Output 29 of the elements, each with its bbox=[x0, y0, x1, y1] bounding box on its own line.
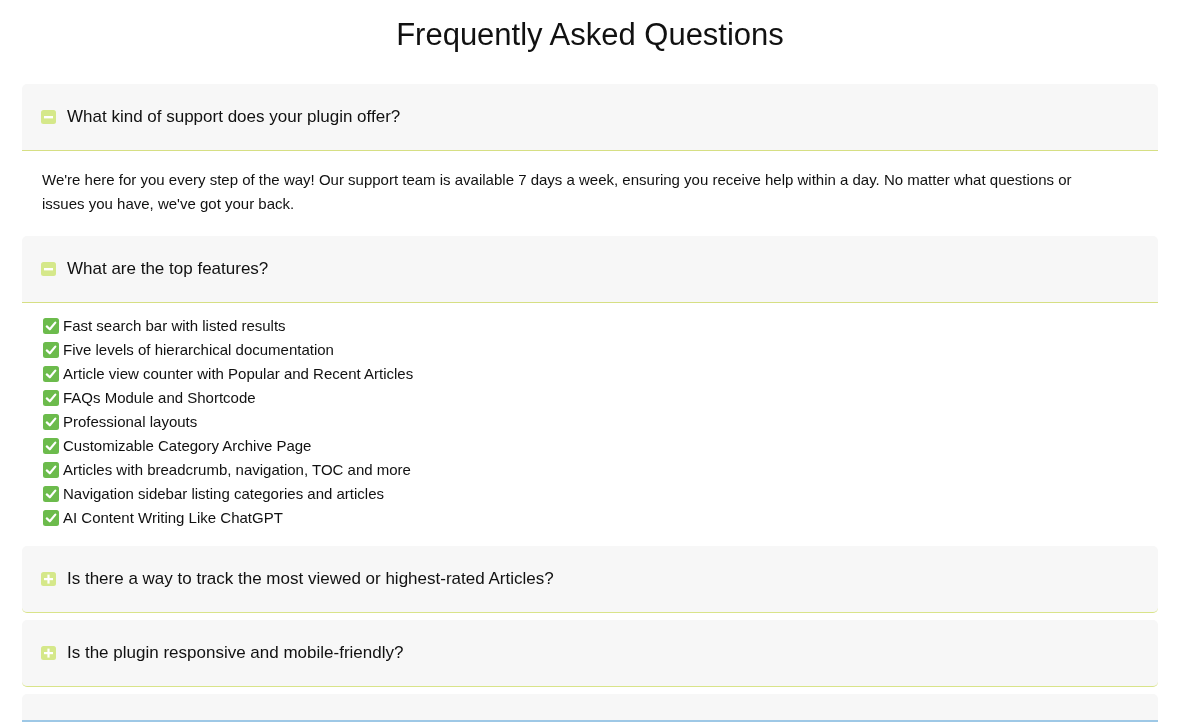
answer-text: We're here for you every step of the way! Our support team is available 7 days a week, ensuring you receive help within a day. No matter what questions or issues you have, we've got your back. bbox=[42, 170, 1073, 214]
check-icon bbox=[43, 390, 59, 406]
check-icon bbox=[43, 318, 59, 334]
feature-text: Navigation sidebar listing categories and articles bbox=[63, 484, 384, 504]
check-icon bbox=[43, 342, 59, 358]
faq-question[interactable]: What kind of support does your plugin offer? bbox=[22, 84, 1158, 151]
check-icon bbox=[43, 510, 59, 526]
collapse-icon bbox=[41, 110, 56, 124]
faq-question[interactable]: What are the top features? bbox=[22, 236, 1158, 303]
faq-question[interactable]: Is the plugin responsive and mobile-friendly? bbox=[22, 620, 1158, 687]
check-icon bbox=[43, 414, 59, 430]
check-icon bbox=[43, 486, 59, 502]
page-title: Frequently Asked Questions bbox=[395, 16, 785, 54]
feature-text: Article view counter with Popular and Recent Articles bbox=[63, 364, 414, 384]
check-icon bbox=[43, 462, 59, 478]
expand-icon bbox=[41, 572, 56, 586]
check-icon bbox=[43, 438, 59, 454]
feature-text: Articles with breadcrumb, navigation, TOC and more bbox=[63, 460, 411, 480]
feature-text: FAQs Module and Shortcode bbox=[63, 388, 256, 408]
expand-icon bbox=[41, 646, 56, 660]
feature-text: Professional layouts bbox=[63, 412, 198, 432]
faq-panel[interactable] bbox=[22, 694, 1158, 722]
check-icon bbox=[43, 366, 59, 382]
collapse-icon bbox=[41, 262, 56, 276]
feature-text: Customizable Category Archive Page bbox=[63, 436, 312, 456]
feature-text: Fast search bar with listed results bbox=[63, 316, 286, 336]
faq-question[interactable]: Is there a way to track the most viewed or highest-rated Articles? bbox=[22, 546, 1158, 613]
feature-text: Five levels of hierarchical documentation bbox=[63, 340, 334, 360]
feature-text: AI Content Writing Like ChatGPT bbox=[63, 508, 283, 528]
